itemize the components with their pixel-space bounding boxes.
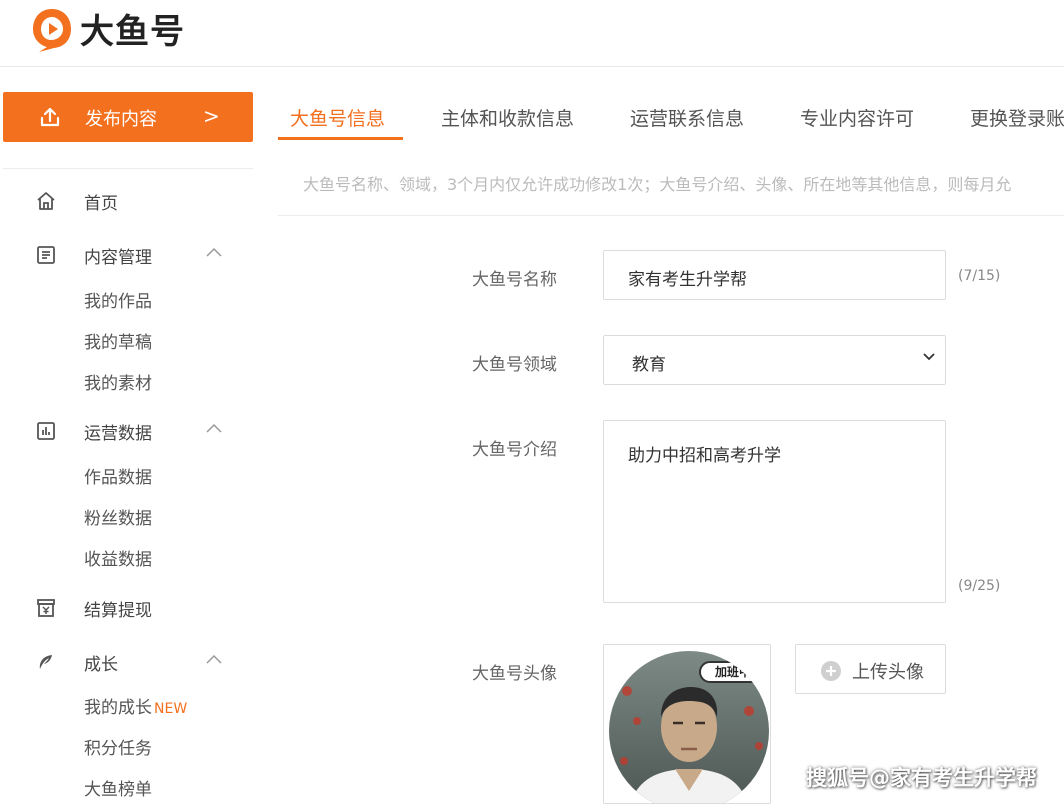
publish-content-button[interactable]: 发布内容 > — [3, 92, 253, 142]
content-icon — [37, 246, 55, 264]
account-name-label: 大鱼号名称 — [472, 270, 557, 290]
sidebar-item-operations-data[interactable]: 运营数据 — [0, 416, 262, 446]
sidebar-subitem-my-growth[interactable]: 我的成长 NEW — [84, 693, 187, 718]
account-intro-value: 助力中招和高考升学 — [628, 446, 781, 466]
tab-change-login-account[interactable]: 更换登录账 — [970, 104, 1064, 131]
sidebar-item-label: 内容管理 — [84, 248, 152, 268]
home-icon — [37, 192, 55, 210]
sidebar-item-label: 首页 — [84, 194, 118, 214]
settings-tabs: 大鱼号信息 主体和收款信息 运营联系信息 专业内容许可 更换登录账 — [278, 92, 1064, 144]
sidebar: 发布内容 > 首页 内容管理 我的作品 我的草稿 我的素材 运营数据 作品数据 … — [0, 68, 262, 800]
tab-professional-license[interactable]: 专业内容许可 — [800, 104, 914, 131]
notice-text: 大鱼号名称、领域，3个月内仅允许成功修改1次；大鱼号介绍、头像、所在地等其他信息… — [303, 175, 1012, 194]
account-domain-value: 教育 — [632, 355, 666, 375]
upload-avatar-label: 上传头像 — [852, 662, 924, 683]
sidebar-subitem-my-materials[interactable]: 我的素材 — [84, 369, 152, 394]
upload-avatar-button[interactable]: 上传头像 — [795, 644, 946, 694]
account-intro-textarea[interactable]: 助力中招和高考升学 — [603, 420, 946, 603]
sidebar-item-label: 结算提现 — [84, 601, 152, 621]
sidebar-subitem-works-data[interactable]: 作品数据 — [84, 463, 152, 488]
source-watermark: 搜狐号@家有考生升学帮 — [806, 766, 1037, 790]
account-name-input[interactable]: 家有考生升学帮 — [603, 250, 946, 300]
account-avatar-label: 大鱼号头像 — [472, 664, 557, 684]
sidebar-item-content-management[interactable]: 内容管理 — [0, 240, 262, 270]
account-domain-label: 大鱼号领域 — [472, 355, 557, 375]
sidebar-subitem-fans-data[interactable]: 粉丝数据 — [84, 504, 152, 529]
active-tab-indicator — [278, 137, 403, 140]
avatar: 加班中 — [609, 651, 769, 803]
plus-circle-icon — [821, 661, 841, 681]
growth-icon — [39, 655, 52, 669]
sidebar-item-home[interactable]: 首页 — [0, 186, 262, 216]
sidebar-subitem-my-drafts[interactable]: 我的草稿 — [84, 328, 152, 353]
sidebar-subitem-points-tasks[interactable]: 积分任务 — [84, 734, 152, 759]
sidebar-item-settlement[interactable]: 结算提现 — [0, 593, 262, 623]
tab-operations-contact[interactable]: 运营联系信息 — [630, 104, 744, 131]
fish-logo-icon — [33, 8, 71, 52]
data-icon — [37, 422, 55, 440]
sidebar-subitem-label: 我的成长 — [84, 698, 152, 718]
settlement-icon — [37, 599, 55, 617]
sidebar-item-label: 成长 — [84, 655, 118, 675]
name-char-counter: (7/15) — [958, 268, 1001, 284]
chevron-up-icon[interactable] — [205, 653, 223, 665]
sidebar-subitem-income-data[interactable]: 收益数据 — [84, 545, 152, 570]
sidebar-subitem-rankings[interactable]: 大鱼榜单 — [84, 775, 152, 800]
top-header: 大鱼号 — [0, 0, 1064, 67]
notice-bar: 大鱼号名称、领域，3个月内仅允许成功修改1次；大鱼号介绍、头像、所在地等其他信息… — [278, 146, 1064, 216]
intro-char-counter: (9/25) — [958, 578, 1001, 594]
tab-entity-payment[interactable]: 主体和收款信息 — [441, 104, 574, 131]
logo-text: 大鱼号 — [80, 12, 185, 52]
avatar-preview-box: 加班中 — [603, 644, 771, 804]
tab-account-info[interactable]: 大鱼号信息 — [290, 104, 385, 131]
sidebar-item-growth[interactable]: 成长 — [0, 647, 262, 677]
sidebar-subitem-my-works[interactable]: 我的作品 — [84, 287, 152, 312]
chevron-up-icon[interactable] — [205, 422, 223, 434]
chevron-down-icon — [923, 353, 935, 361]
chevron-right-icon: > — [203, 104, 220, 128]
account-intro-label: 大鱼号介绍 — [472, 440, 557, 460]
logo[interactable]: 大鱼号 — [30, 4, 185, 53]
avatar-status-badge: 加班中 — [699, 661, 767, 683]
upload-icon — [40, 107, 60, 127]
publish-label: 发布内容 — [85, 109, 157, 130]
sidebar-item-label: 运营数据 — [84, 424, 152, 444]
sidebar-divider — [3, 168, 253, 169]
new-badge: NEW — [154, 701, 188, 717]
account-domain-select[interactable]: 教育 — [603, 335, 946, 385]
chevron-up-icon[interactable] — [205, 246, 223, 258]
account-name-value: 家有考生升学帮 — [628, 270, 747, 290]
